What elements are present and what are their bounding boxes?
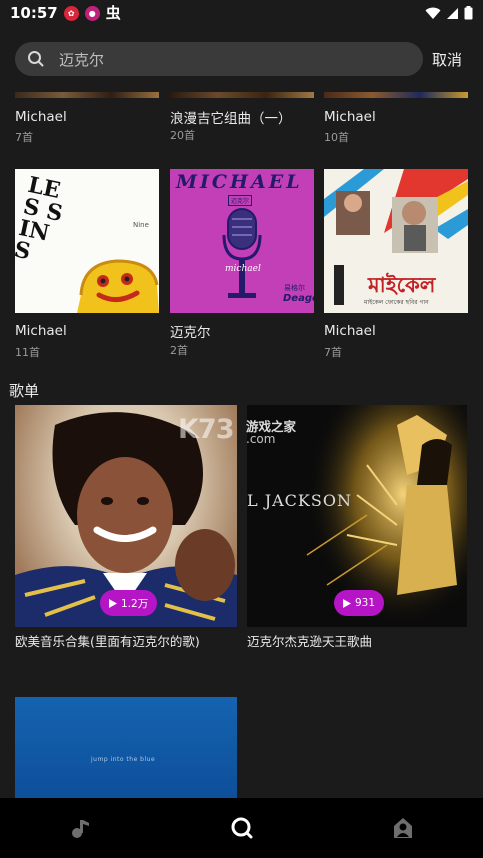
album-cover-partial[interactable]	[324, 92, 468, 98]
playlist-title[interactable]: 迈克尔杰克逊天王歌曲	[247, 631, 372, 650]
play-icon	[109, 598, 117, 608]
album-title[interactable]: 迈克尔	[170, 321, 211, 341]
bottom-nav	[0, 798, 483, 858]
playlist-title[interactable]: 欧美音乐合集(里面有迈克尔的歌)	[15, 631, 200, 650]
microphone-art	[222, 208, 262, 298]
profile-icon	[393, 818, 412, 838]
album-cover-art	[77, 259, 159, 313]
battery-icon	[464, 6, 473, 20]
album-cover-small-text: মাইকেল ফোকের ছবির গান	[364, 299, 429, 306]
status-bar: 10:57 ✿ ● 虫	[0, 0, 483, 26]
album-cover-partial[interactable]	[15, 92, 159, 98]
watermark-domain: .com	[246, 432, 276, 446]
play-count: 1.2万	[121, 597, 149, 610]
watermark: K73 游戏之家 .com	[178, 414, 310, 450]
status-right	[425, 6, 473, 20]
album-cover-partial[interactable]	[170, 92, 314, 98]
album-cover[interactable]: মাইকেল মাইকেল ফোকের ছবির গান	[324, 169, 468, 313]
notification-bug-icon: 虫	[105, 4, 121, 22]
play-count-badge[interactable]: 1.2万	[100, 590, 158, 616]
status-time: 10:57	[10, 4, 58, 22]
album-title[interactable]: Michael	[15, 109, 67, 125]
playlist-cover-text: jump into the blue	[91, 756, 156, 763]
search-input[interactable]	[59, 50, 379, 68]
album-cover-text: MICHAEL	[176, 171, 303, 193]
music-note-icon	[71, 820, 89, 838]
album-track-count: 7首	[324, 346, 342, 359]
album-track-count: 2首	[170, 344, 188, 357]
album-cover-brand: Deage	[283, 293, 314, 304]
album-cover[interactable]: LES SINS Nine	[15, 169, 159, 313]
nav-profile[interactable]	[383, 808, 423, 848]
nav-search[interactable]	[222, 808, 262, 848]
album-title[interactable]: Michael	[324, 323, 376, 339]
play-icon	[343, 598, 351, 608]
album-cover-mid-text: michael	[225, 264, 261, 274]
search-bar[interactable]	[15, 42, 423, 76]
search-icon	[28, 51, 44, 67]
playlists-section-title: 歌单	[9, 382, 40, 400]
notification-app-icon: ✿	[63, 5, 79, 21]
play-count: 931	[355, 597, 376, 609]
status-left: 10:57 ✿ ● 虫	[10, 4, 122, 22]
notification-app-icon: ●	[84, 5, 100, 21]
playlist-cover-text: L JACKSON	[247, 491, 352, 510]
album-title[interactable]: Michael	[324, 109, 376, 125]
album-track-count: 7首	[15, 131, 33, 144]
album-track-count: 20首	[170, 129, 195, 142]
play-count-badge[interactable]: 931	[334, 590, 385, 616]
signal-icon	[447, 7, 458, 19]
album-cover-small-text: Nine	[133, 221, 149, 229]
album-title[interactable]: Michael	[15, 323, 67, 339]
wifi-icon	[425, 7, 441, 19]
album-cover-side-text: 易格尔	[284, 284, 305, 292]
nav-music[interactable]	[61, 808, 101, 848]
watermark-brand: K73	[178, 414, 234, 445]
playlist-cover[interactable]: jump into the blue	[15, 697, 237, 798]
album-track-count: 11首	[15, 346, 40, 359]
album-cover-text: LES SINS	[15, 171, 66, 266]
search-icon	[231, 817, 252, 839]
album-title[interactable]: 浪漫吉它组曲（一）	[170, 107, 292, 127]
album-cover[interactable]: MICHAEL 迈克尔 michael 易格尔 Deage	[170, 169, 314, 313]
album-track-count: 10首	[324, 131, 349, 144]
cancel-button[interactable]: 取消	[432, 49, 462, 70]
